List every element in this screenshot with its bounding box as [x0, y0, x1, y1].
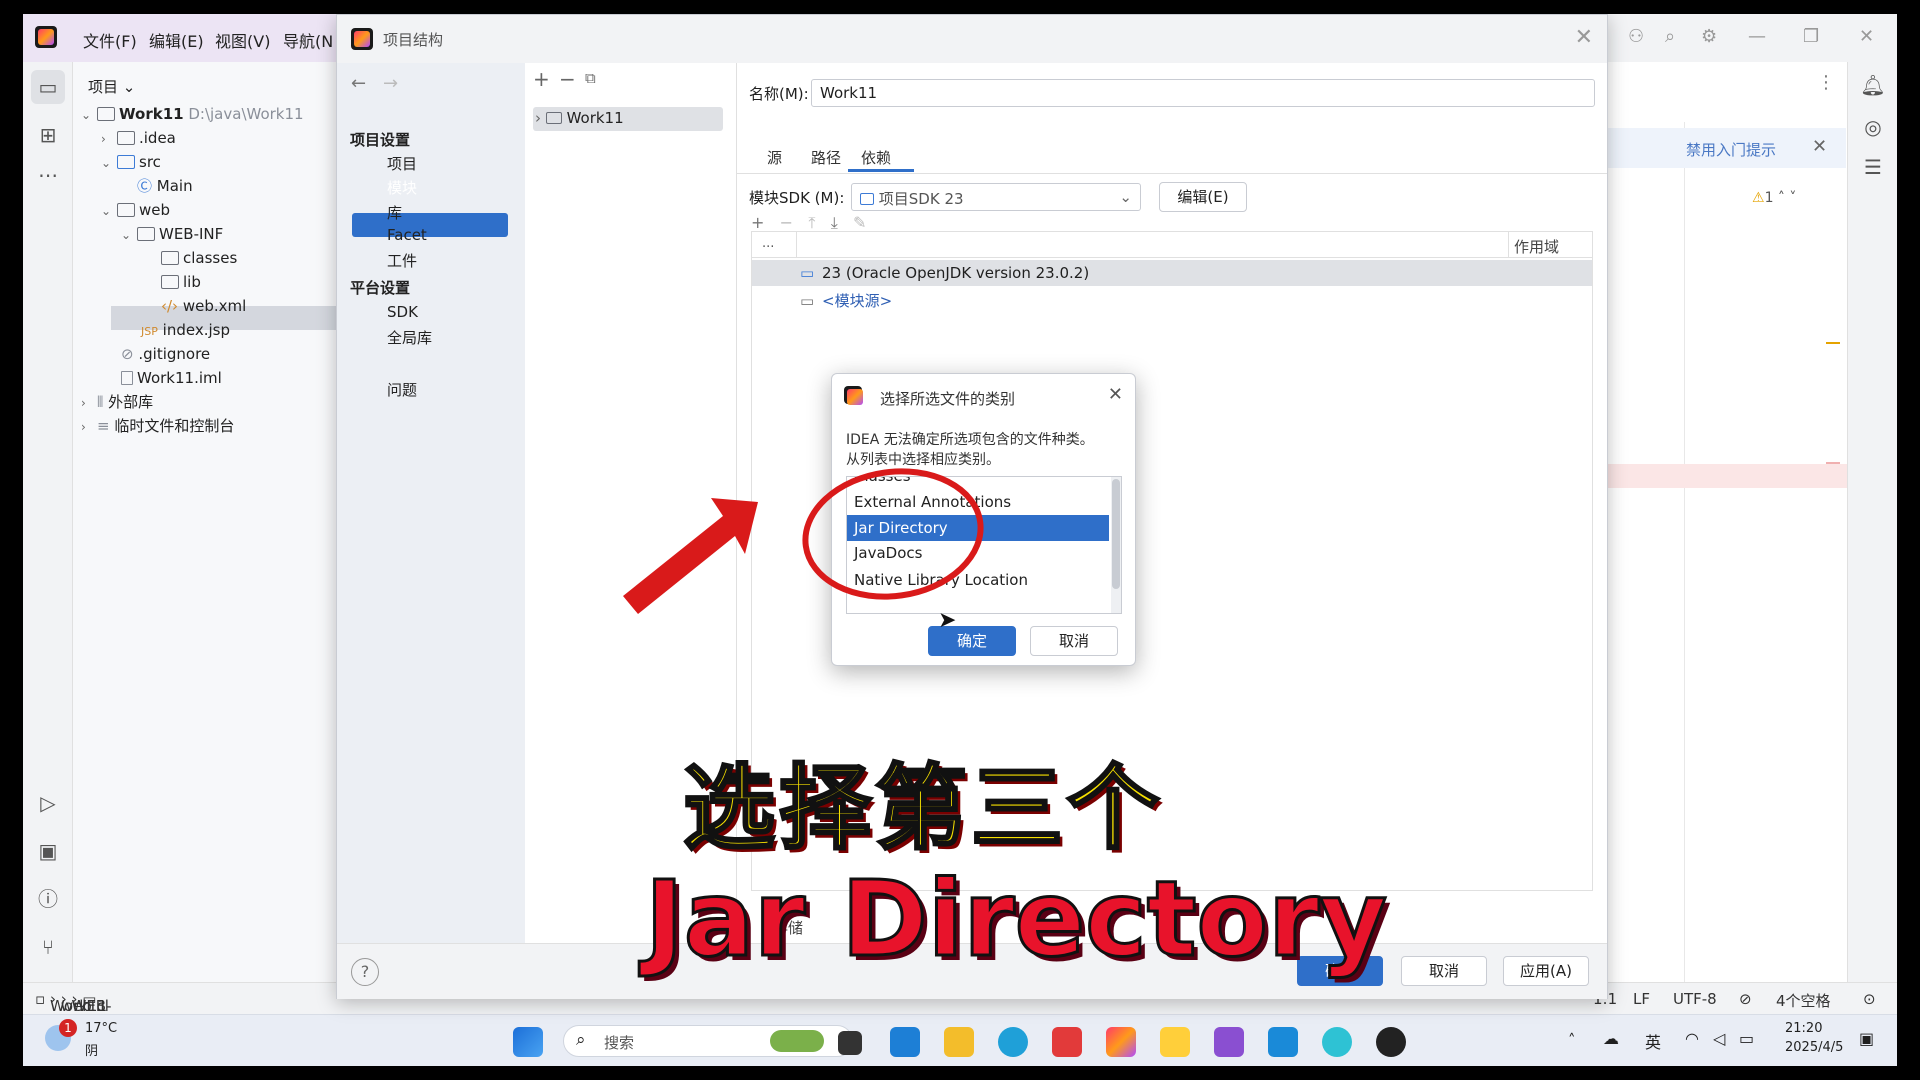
screen: 文件(F) 编辑(E) 视图(V) 导航(N ⚇ ⌕ ⚙ — ❐ ✕ ▭ ⊞ ⋯…	[23, 14, 1897, 1066]
caption-line-1: 选择第三个	[681, 754, 1164, 864]
caption-line-2: Jar Directory	[643, 857, 1388, 982]
red-circle-annotation	[802, 468, 984, 600]
red-arrow-icon	[623, 498, 758, 614]
